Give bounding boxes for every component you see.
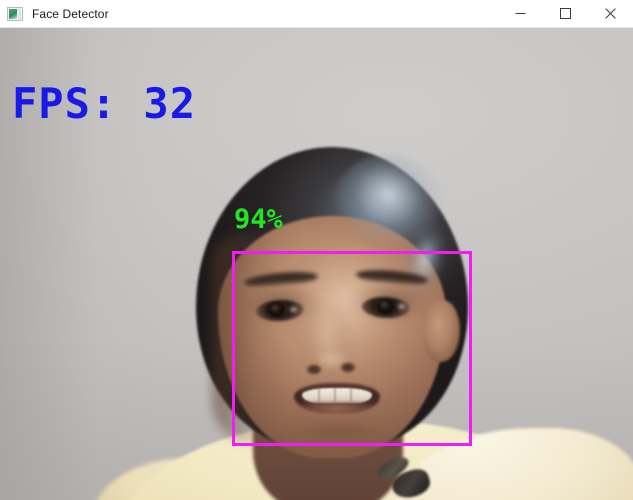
pupil-left: [268, 302, 285, 317]
teeth-gap-2: [334, 388, 336, 402]
chin-shadow: [286, 422, 390, 444]
teeth: [302, 388, 372, 403]
minimize-button[interactable]: [498, 0, 543, 28]
close-button[interactable]: [588, 0, 633, 28]
window-title: Face Detector: [32, 6, 109, 21]
teeth-gap-1: [318, 388, 320, 402]
titlebar[interactable]: Face Detector: [0, 0, 633, 28]
lower-lip: [298, 403, 376, 419]
maximize-button[interactable]: [543, 0, 588, 28]
minimize-icon: [515, 8, 526, 19]
subject-person: [0, 28, 633, 500]
nostril-right: [340, 362, 356, 373]
eye-sclera-left: [288, 305, 299, 314]
face-detector-window: Face Detector FPS: 32 94%: [0, 0, 633, 500]
window-controls: [498, 0, 633, 28]
titlebar-left: Face Detector: [0, 6, 498, 21]
teeth-gap-3: [350, 388, 352, 402]
video-feed[interactable]: FPS: 32 94%: [0, 28, 633, 500]
maximize-icon: [560, 8, 571, 19]
pupil-right: [377, 299, 394, 314]
close-icon: [605, 8, 616, 19]
opencv-window-icon: [7, 6, 23, 21]
nostril-left: [306, 364, 322, 375]
eye-sclera-right: [396, 302, 407, 311]
face-shadow: [212, 234, 284, 444]
